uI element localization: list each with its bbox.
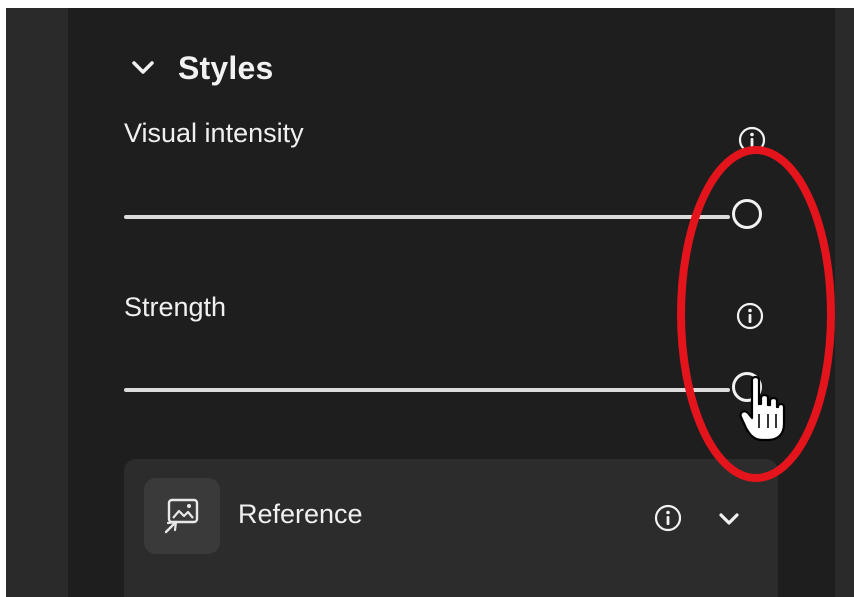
visual-intensity-label: Visual intensity [124, 118, 304, 148]
image-reference-icon [144, 478, 220, 554]
reference-label: Reference [238, 499, 363, 529]
info-icon[interactable] [652, 502, 684, 534]
slider-track [124, 215, 730, 219]
app-viewport: Styles Visual intensity Strength Referen… [0, 0, 854, 597]
left-rail [6, 8, 68, 597]
styles-section-header[interactable]: Styles [128, 48, 273, 88]
info-icon[interactable] [736, 124, 768, 156]
chevron-down-icon[interactable] [714, 505, 744, 533]
slider-thumb[interactable] [732, 199, 762, 229]
reference-card[interactable]: Reference [124, 459, 778, 597]
strength-label: Strength [124, 292, 227, 322]
section-title: Styles [178, 49, 274, 86]
info-icon[interactable] [734, 300, 766, 332]
chevron-down-icon [128, 53, 158, 83]
slider-track [124, 388, 730, 392]
slider-thumb[interactable] [732, 372, 762, 402]
right-rail [835, 8, 854, 597]
strength-slider[interactable] [124, 368, 784, 412]
visual-intensity-slider[interactable] [124, 195, 784, 239]
